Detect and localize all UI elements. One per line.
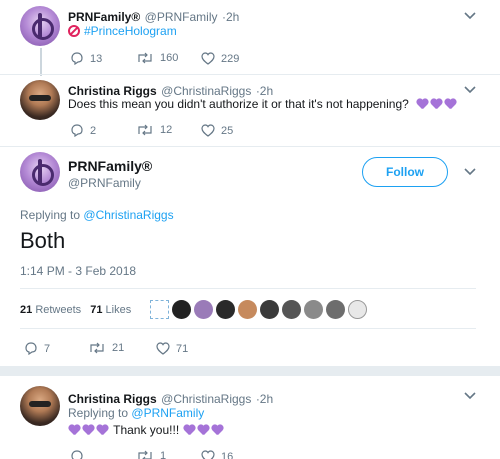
retweet-count: 12 bbox=[160, 124, 173, 136]
like-button[interactable]: 71 bbox=[156, 342, 188, 355]
liker-avatar[interactable] bbox=[172, 300, 191, 319]
follow-button[interactable]: Follow bbox=[362, 157, 448, 187]
main-tweet-text: Both bbox=[20, 228, 66, 253]
divider bbox=[0, 146, 500, 147]
avatar-prnfamily[interactable] bbox=[20, 6, 60, 46]
reply-count: 2 bbox=[90, 124, 97, 137]
like-count: 229 bbox=[221, 52, 240, 65]
divider bbox=[0, 74, 500, 75]
replying-to-link[interactable]: @ChristinaRiggs bbox=[83, 208, 173, 222]
retweet-icon bbox=[138, 450, 152, 459]
heart-icon bbox=[201, 450, 215, 459]
avatar-christina[interactable] bbox=[20, 386, 60, 426]
tweet-time[interactable]: ·2h bbox=[256, 392, 273, 406]
retweet-count: 1 bbox=[160, 450, 167, 459]
chevron-down-icon[interactable] bbox=[464, 12, 476, 20]
reply-count: 13 bbox=[90, 52, 103, 65]
chevron-down-icon[interactable] bbox=[464, 86, 476, 94]
purple-heart-emoji bbox=[183, 423, 225, 437]
reply-button[interactable]: 13 bbox=[70, 52, 102, 65]
thread-line bbox=[40, 48, 42, 76]
chevron-down-icon[interactable] bbox=[464, 168, 476, 176]
liker-avatar[interactable] bbox=[216, 300, 235, 319]
reply-button[interactable]: 2 bbox=[70, 124, 96, 137]
reply-count: 7 bbox=[44, 342, 51, 355]
purple-heart-emoji bbox=[416, 97, 458, 111]
no-entry-icon bbox=[68, 25, 80, 37]
replying-to-link[interactable]: @PRNFamily bbox=[131, 406, 204, 420]
like-button[interactable]: 229 bbox=[201, 52, 239, 65]
like-count: 16 bbox=[221, 450, 234, 459]
divider bbox=[20, 328, 476, 329]
reply-icon bbox=[71, 124, 83, 137]
reply-icon bbox=[25, 342, 37, 355]
chevron-down-icon[interactable] bbox=[464, 392, 476, 400]
tweet-timestamp[interactable]: 1:14 PM - 3 Feb 2018 bbox=[20, 264, 136, 278]
retweet-button[interactable]: 160 bbox=[136, 52, 178, 64]
retweet-button[interactable]: 21 bbox=[88, 342, 124, 354]
replying-to-prefix: Replying to bbox=[20, 208, 81, 222]
author-handle[interactable]: @ChristinaRiggs bbox=[161, 84, 251, 98]
reply-button[interactable]: 7 bbox=[24, 342, 50, 355]
author-name[interactable]: PRNFamily® bbox=[68, 158, 152, 174]
avatar-prnfamily[interactable] bbox=[20, 152, 60, 192]
purple-heart-emoji bbox=[68, 423, 110, 437]
retweet-icon bbox=[138, 52, 152, 64]
retweet-count: 160 bbox=[160, 52, 179, 64]
reply-button[interactable] bbox=[70, 450, 90, 459]
author-handle[interactable]: @ChristinaRiggs bbox=[161, 392, 251, 406]
tweet-time[interactable]: ·2h bbox=[256, 84, 273, 98]
likes-stat-count: 71 bbox=[90, 304, 103, 316]
tweet-time[interactable]: ·2h bbox=[222, 10, 239, 24]
reply-icon bbox=[71, 52, 83, 65]
tweet-text: Does this mean you didn't authorize it o… bbox=[68, 97, 409, 111]
divider bbox=[20, 288, 476, 289]
retweet-button[interactable]: 12 bbox=[136, 124, 172, 136]
author-handle[interactable]: @PRNFamily bbox=[145, 10, 218, 24]
replying-to-prefix: Replying to bbox=[68, 406, 129, 420]
author-handle[interactable]: @PRNFamily bbox=[68, 176, 141, 190]
divider bbox=[0, 366, 500, 376]
tweet-text: Thank you!!! bbox=[113, 423, 180, 437]
retweet-icon bbox=[138, 124, 152, 136]
retweet-button[interactable]: 1 bbox=[136, 450, 166, 459]
liker-avatar[interactable] bbox=[326, 300, 345, 319]
avatar-christina[interactable] bbox=[20, 80, 60, 120]
heart-icon bbox=[201, 52, 215, 65]
liker-avatar[interactable] bbox=[348, 300, 367, 319]
like-button[interactable]: 25 bbox=[201, 124, 233, 137]
liker-avatars bbox=[150, 300, 370, 319]
hashtag-link[interactable]: #PrinceHologram bbox=[84, 24, 177, 38]
retweets-stat[interactable]: 21 Retweets bbox=[20, 304, 84, 316]
author-name[interactable]: Christina Riggs bbox=[68, 84, 157, 98]
like-button[interactable]: 16 bbox=[201, 450, 233, 459]
liker-avatar[interactable] bbox=[150, 300, 169, 319]
liker-avatar[interactable] bbox=[238, 300, 257, 319]
likes-stat-label: Likes bbox=[105, 304, 132, 316]
retweets-stat-count: 21 bbox=[20, 304, 33, 316]
retweet-icon bbox=[90, 342, 104, 354]
retweet-count: 21 bbox=[112, 342, 125, 354]
author-name[interactable]: Christina Riggs bbox=[68, 392, 157, 406]
liker-avatar[interactable] bbox=[304, 300, 323, 319]
retweets-stat-label: Retweets bbox=[35, 304, 82, 316]
heart-icon bbox=[201, 124, 215, 137]
liker-avatar[interactable] bbox=[282, 300, 301, 319]
likes-stat[interactable]: 71 Likes bbox=[90, 304, 131, 316]
author-name[interactable]: PRNFamily® bbox=[68, 10, 140, 24]
liker-avatar[interactable] bbox=[194, 300, 213, 319]
reply-icon bbox=[71, 450, 83, 459]
liker-avatar[interactable] bbox=[260, 300, 279, 319]
like-count: 71 bbox=[176, 342, 189, 355]
like-count: 25 bbox=[221, 124, 234, 137]
heart-icon bbox=[156, 342, 170, 355]
